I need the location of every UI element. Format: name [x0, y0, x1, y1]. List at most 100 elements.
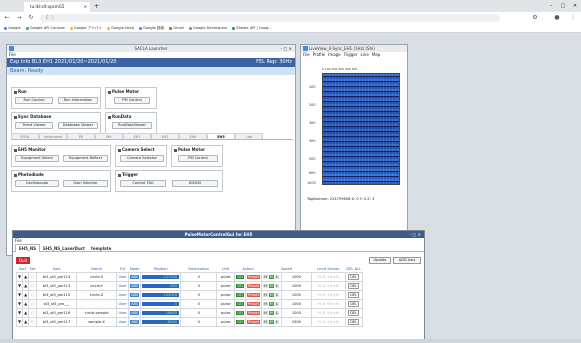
database-viewer-button[interactable]: Database Viewer — [58, 122, 98, 129]
set-icon[interactable]: ○ — [28, 316, 38, 327]
run-control-button[interactable]: Run Control — [15, 97, 53, 104]
bookmark-item[interactable]: Sheets API | Goog... — [232, 24, 272, 32]
destination-input[interactable]: 0 — [180, 307, 218, 318]
tab-template[interactable]: template — [88, 245, 114, 253]
menu-image[interactable]: Image — [328, 52, 341, 57]
browser-tab[interactable]: tu:lkl:xlt:xpcmG5 ✕ — [24, 2, 90, 12]
quit-button[interactable]: Quit — [16, 257, 30, 264]
reload-icon[interactable]: ↻ — [26, 13, 36, 23]
fu-cell[interactable]: User — [116, 298, 130, 309]
pm-control-button[interactable]: PM Control — [114, 97, 150, 104]
extensions-icon[interactable]: ⚙ — [530, 13, 540, 23]
delete-button[interactable]: DEL — [348, 291, 360, 298]
speed-value[interactable]: 2500 — [280, 316, 312, 327]
window-controls-icon[interactable]: – □ ✕ — [409, 231, 421, 238]
fu-cell[interactable]: User — [116, 316, 130, 327]
go-button[interactable]: GO — [236, 292, 244, 297]
camera-selector-button[interactable]: Camera Selector — [120, 155, 164, 162]
bookmark-item[interactable]: Gmail — [169, 24, 184, 32]
fu-cell[interactable]: User — [116, 280, 130, 291]
liveview-titlebar[interactable]: LiveView_II-Sync_EH1 (1Hz) (Shi) — [301, 45, 407, 52]
fu-cell[interactable]: User — [116, 307, 130, 318]
preset-button[interactable]: Preset — [246, 283, 261, 288]
speed-value[interactable]: 1000 — [280, 289, 312, 300]
speed-low-button[interactable]: L — [274, 274, 279, 279]
preset-button[interactable]: Preset — [246, 310, 261, 315]
speed-value[interactable]: 1000 — [280, 307, 312, 318]
speed-high-button[interactable]: H — [263, 319, 268, 324]
rundata-viewer-button[interactable]: RunDataViewer — [112, 122, 152, 129]
profile-icon[interactable]: ● — [552, 13, 562, 23]
run-information-button[interactable]: Run Information — [58, 97, 98, 104]
speed-high-button[interactable]: H — [263, 310, 268, 315]
speed-value[interactable]: 1000 — [280, 271, 312, 282]
destination-input[interactable]: 0 — [180, 271, 218, 282]
tab-lab[interactable]: Lab — [235, 133, 263, 139]
name-cell[interactable]: circle-Z — [76, 289, 118, 300]
update-button[interactable]: Update — [369, 257, 391, 264]
launcher-titlebar[interactable]: SACLA Launcher – □ ✕ — [7, 45, 295, 52]
eh5-pm-control-button[interactable]: PM Control — [178, 155, 218, 162]
equipment-reflect-button[interactable]: Equipment Reflect — [63, 155, 108, 162]
name-cell[interactable] — [76, 298, 118, 309]
preset-button[interactable]: Preset — [246, 301, 261, 306]
preset-button[interactable]: Preset — [246, 292, 261, 297]
mode-cell[interactable]: ABS — [128, 271, 142, 282]
speed-low-button[interactable]: L — [274, 319, 279, 324]
destination-input[interactable]: 0 — [180, 289, 218, 300]
menu-file[interactable]: File — [303, 52, 310, 57]
menu-profile[interactable]: Profile — [313, 52, 325, 57]
add-axis-button[interactable]: ADD Axis — [393, 257, 421, 264]
go-button[interactable]: GO — [236, 283, 244, 288]
go-button[interactable]: GO — [236, 301, 244, 306]
delete-button[interactable]: DEL — [348, 309, 360, 316]
mode-cell[interactable]: ABS — [128, 280, 142, 291]
mode-cell[interactable]: ABS — [128, 316, 142, 327]
speed-low-button[interactable]: L — [274, 301, 279, 306]
forward-icon[interactable]: → — [14, 13, 24, 23]
delete-button[interactable]: DEL — [348, 300, 360, 307]
trend-viewer-button[interactable]: Trend Viewer — [15, 122, 53, 129]
destination-input[interactable]: 0 — [180, 298, 218, 309]
speed-low-button[interactable]: L — [274, 292, 279, 297]
fu-cell[interactable]: User — [116, 289, 130, 300]
pmc-titlebar[interactable]: PulseMotorControlGui for EH5 – □ ✕ — [13, 231, 424, 238]
destination-input[interactable]: 0 — [180, 316, 218, 327]
bookmark-item[interactable]: Google — [4, 24, 21, 32]
mode-cell[interactable]: ABS — [128, 307, 142, 318]
bookmark-item[interactable]: Google Developers — [188, 24, 227, 32]
speed-mid-button[interactable]: M — [268, 301, 274, 306]
close-tab-icon[interactable]: ✕ — [84, 2, 87, 12]
new-tab-icon[interactable]: + — [94, 2, 99, 12]
tab-eh1a[interactable]: EH1A — [11, 133, 39, 139]
minimize-icon[interactable]: – — [545, 0, 557, 12]
speed-low-button[interactable]: L — [274, 283, 279, 288]
back-icon[interactable]: ← — [2, 13, 12, 23]
name-cell[interactable]: circle-X — [76, 271, 118, 282]
tab-px[interactable]: PX — [67, 133, 95, 139]
tab-eh5[interactable]: EH5 — [207, 133, 235, 139]
tab-eh5-ns[interactable]: EH5_NS — [15, 244, 41, 252]
tab-mx[interactable]: MX — [95, 133, 123, 139]
tab-eh2[interactable]: EH2 — [151, 133, 179, 139]
name-cell[interactable]: circle-Y — [76, 280, 118, 291]
gain-selector-button[interactable]: Gain Selector — [63, 180, 108, 187]
set-icon[interactable]: ○ — [28, 271, 38, 282]
fu-cell[interactable]: User — [116, 271, 130, 282]
preset-button[interactable]: Preset — [246, 319, 261, 324]
bookmark-item[interactable]: Google API Console — [25, 24, 65, 32]
set-icon[interactable]: ○ — [28, 289, 38, 300]
tab-eh1[interactable]: EH1 — [123, 133, 151, 139]
go-button[interactable]: GO — [236, 274, 244, 279]
dg645-button[interactable]: DG645 — [172, 180, 218, 187]
close-window-icon[interactable]: ✕ — [569, 0, 581, 12]
speed-high-button[interactable]: H — [263, 274, 268, 279]
destination-input[interactable]: 0 — [180, 280, 218, 291]
name-cell[interactable]: circle-sample — [76, 307, 118, 318]
menu-icon[interactable]: ⋮ — [568, 13, 578, 23]
speed-high-button[interactable]: H — [263, 292, 268, 297]
speed-mid-button[interactable]: M — [268, 310, 274, 315]
menu-line[interactable]: Line — [360, 52, 368, 57]
maximize-icon[interactable]: □ — [557, 0, 569, 12]
speed-value[interactable]: 1000 — [280, 280, 312, 291]
